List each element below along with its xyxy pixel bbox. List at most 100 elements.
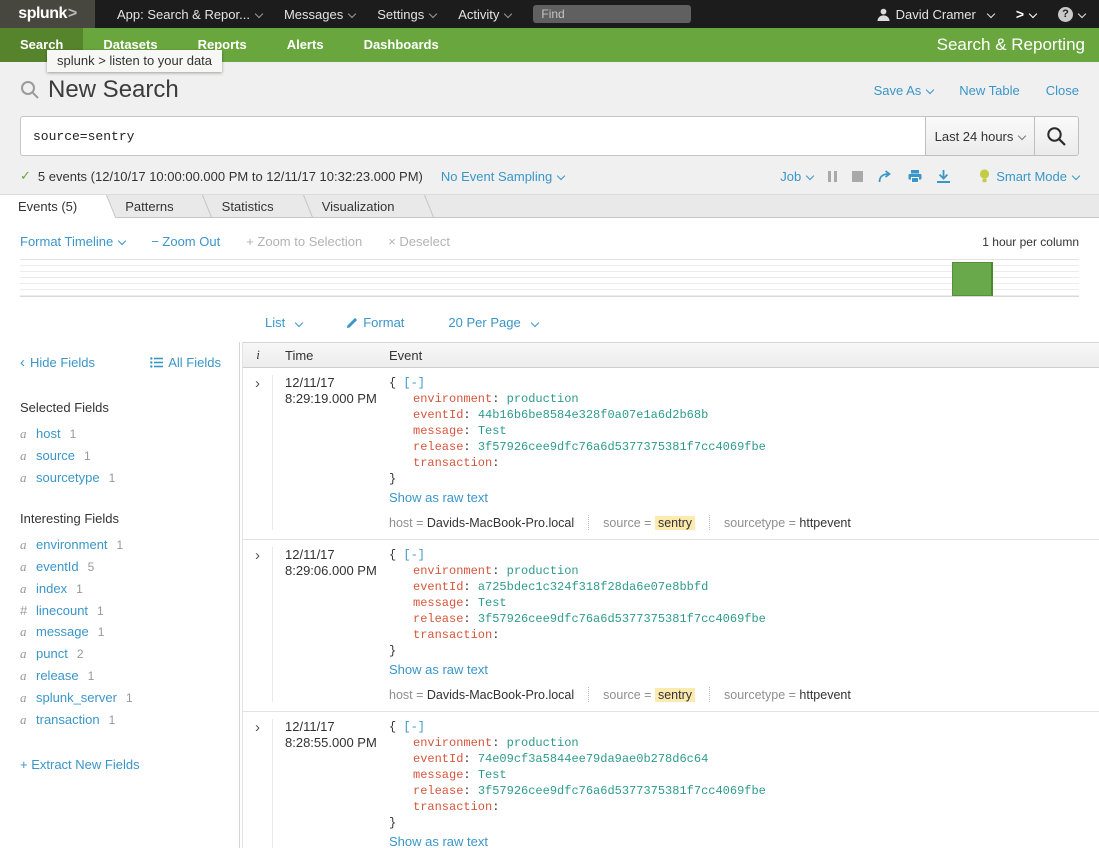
json-collapse-link[interactable]: [-] <box>403 720 425 734</box>
export-icon[interactable] <box>937 170 950 183</box>
json-value: production <box>499 736 578 750</box>
field-item[interactable]: # linecount 1 <box>20 600 221 621</box>
field-item[interactable]: a release 1 <box>20 665 221 687</box>
field-item[interactable]: a host 1 <box>20 423 221 445</box>
time-range-picker[interactable]: Last 24 hours <box>925 116 1035 156</box>
field-name-link[interactable]: environment <box>36 537 108 552</box>
nav-item-alerts[interactable]: Alerts <box>267 28 344 62</box>
event-field-sourcetype[interactable]: sourcetype = httpevent <box>724 688 851 702</box>
field-name-link[interactable]: source <box>36 448 75 463</box>
print-icon[interactable] <box>908 170 922 183</box>
tab-visualization[interactable]: Visualization <box>304 195 425 217</box>
show-raw-link[interactable]: Show as raw text <box>389 662 488 677</box>
splunk-logo[interactable]: splunk> <box>0 0 95 28</box>
field-name-link[interactable]: host <box>36 426 61 441</box>
event-field-sourcetype[interactable]: sourcetype = httpevent <box>724 516 851 530</box>
search-submit-button[interactable] <box>1035 116 1079 156</box>
field-item[interactable]: a splunk_server 1 <box>20 687 221 709</box>
close-button[interactable]: Close <box>1046 83 1079 98</box>
event-sampling-menu[interactable]: No Event Sampling <box>441 169 564 184</box>
field-item[interactable]: a punct 2 <box>20 643 221 665</box>
field-name-link[interactable]: message <box>36 624 89 639</box>
field-item[interactable]: a transaction 1 <box>20 709 221 731</box>
job-menu[interactable]: Job <box>780 169 813 184</box>
field-name-link[interactable]: transaction <box>36 712 100 727</box>
per-page-menu[interactable]: 20 Per Page <box>448 315 537 330</box>
timeline-histogram[interactable] <box>20 259 1079 297</box>
deselect-button[interactable]: × Deselect <box>388 234 450 249</box>
selected-fields-list: a host 1 a source 1 a sourcetype 1 <box>20 423 221 489</box>
json-close-brace: } <box>389 472 396 486</box>
field-count: 1 <box>97 604 104 618</box>
nav-tooltip: splunk > listen to your data <box>47 50 222 72</box>
show-raw-link[interactable]: Show as raw text <box>389 490 488 505</box>
json-key: message <box>413 768 463 782</box>
stop-icon[interactable] <box>852 171 863 182</box>
menu-app[interactable]: App: Search & Repor... <box>117 7 262 22</box>
help-menu[interactable]: ? <box>1058 7 1085 22</box>
event-date: 12/11/17 <box>285 375 379 391</box>
event-field-host[interactable]: host = Davids-MacBook-Pro.local <box>389 688 574 702</box>
field-item[interactable]: a message 1 <box>20 621 221 643</box>
event-field-source[interactable]: source = sentry <box>603 516 695 530</box>
selected-fields-title: Selected Fields <box>20 400 221 415</box>
field-item[interactable]: a source 1 <box>20 445 221 467</box>
menu-messages[interactable]: Messages <box>284 7 355 22</box>
timeline-bar[interactable] <box>952 262 993 296</box>
field-item[interactable]: a environment 1 <box>20 534 221 556</box>
app-title: Search & Reporting <box>937 35 1099 55</box>
list-view-menu[interactable]: List <box>265 315 302 330</box>
tab-events[interactable]: Events (5) <box>0 195 107 217</box>
event-field-host[interactable]: host = Davids-MacBook-Pro.local <box>389 516 574 530</box>
format-timeline-menu[interactable]: Format Timeline <box>20 234 125 249</box>
format-menu[interactable]: Format <box>346 315 404 330</box>
expand-event-arrow[interactable]: › <box>255 721 260 735</box>
extract-new-fields-link[interactable]: + Extract New Fields <box>20 757 140 772</box>
share-icon[interactable] <box>878 170 893 183</box>
field-name-link[interactable]: eventId <box>36 559 79 574</box>
tab-patterns[interactable]: Patterns <box>107 195 203 217</box>
new-table-button[interactable]: New Table <box>959 83 1019 98</box>
find-input[interactable] <box>533 5 691 23</box>
menu-settings[interactable]: Settings <box>377 7 436 22</box>
expand-event-arrow[interactable]: › <box>255 377 260 391</box>
hide-fields-button[interactable]: ‹Hide Fields <box>20 355 95 370</box>
field-count: 1 <box>117 538 124 552</box>
event-field-source[interactable]: source = sentry <box>603 688 695 702</box>
search-mode-menu[interactable]: Smart Mode <box>979 169 1079 184</box>
event-column-header: Event <box>379 348 1099 363</box>
json-value: production <box>499 564 578 578</box>
tab-statistics[interactable]: Statistics <box>204 195 304 217</box>
zoom-to-selection-button[interactable]: + Zoom to Selection <box>246 234 362 249</box>
field-item[interactable]: a sourcetype 1 <box>20 467 221 489</box>
search-query-input[interactable] <box>20 116 925 156</box>
field-name-link[interactable]: release <box>36 668 79 683</box>
expand-event-arrow[interactable]: › <box>255 549 260 563</box>
field-type-prefix: a <box>20 448 32 464</box>
user-menu[interactable]: David Cramer <box>877 7 994 22</box>
field-name-link[interactable]: linecount <box>36 603 88 618</box>
zoom-out-button[interactable]: − Zoom Out <box>151 234 220 249</box>
field-item[interactable]: a index 1 <box>20 578 221 600</box>
field-name-link[interactable]: splunk_server <box>36 690 117 705</box>
pause-icon[interactable] <box>828 171 837 182</box>
chevron-down-icon <box>255 9 263 17</box>
field-item[interactable]: a eventId 5 <box>20 556 221 578</box>
nav-item-dashboards[interactable]: Dashboards <box>344 28 459 62</box>
event-row: › 12/11/17 8:29:19.000 PM { [-] environm… <box>243 368 1099 540</box>
json-collapse-link[interactable]: [-] <box>403 548 425 562</box>
all-fields-button[interactable]: All Fields <box>150 355 221 370</box>
field-count: 1 <box>76 582 83 596</box>
field-name-link[interactable]: sourcetype <box>36 470 100 485</box>
field-name-link[interactable]: index <box>36 581 67 596</box>
save-as-menu[interactable]: Save As <box>874 83 934 98</box>
show-raw-link[interactable]: Show as raw text <box>389 834 488 848</box>
chevron-down-icon <box>348 9 356 17</box>
field-name-link[interactable]: punct <box>36 646 68 661</box>
interesting-fields-title: Interesting Fields <box>20 511 221 526</box>
json-open-brace: { <box>389 548 396 562</box>
json-value: production <box>499 392 578 406</box>
json-collapse-link[interactable]: [-] <box>403 376 425 390</box>
menu-activity[interactable]: Activity <box>458 7 511 22</box>
app-switcher-menu[interactable]: > <box>1016 6 1036 22</box>
